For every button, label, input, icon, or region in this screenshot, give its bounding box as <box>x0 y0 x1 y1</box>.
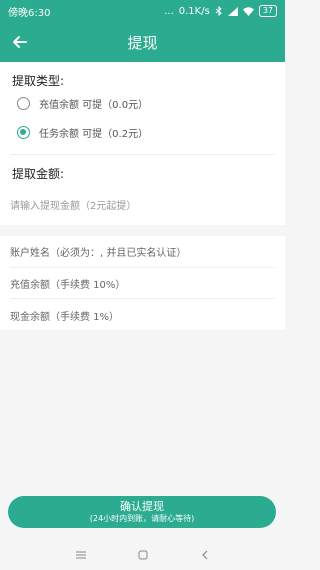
amount-label: 提取金额: <box>12 167 65 181</box>
radio-button-unchecked[interactable] <box>17 97 30 110</box>
battery-icon: 37 <box>258 5 277 17</box>
page-title: 提现 <box>127 33 158 52</box>
confirm-withdraw-note: (24小时内到账，请耐心等待) <box>89 514 195 523</box>
amount-section: 提取金额: <box>0 159 285 225</box>
divider <box>10 298 275 299</box>
status-time: 傍晚6:30 <box>8 7 51 19</box>
divider <box>10 154 275 155</box>
account-info-section: 账户姓名（必须为：, 并且已实名认证） 充值余额（手续费 10%） 现金余额（手… <box>0 236 285 330</box>
radio-option-recharge-label: 充值余额 可提（0.0元） <box>39 100 149 111</box>
confirm-withdraw-label: 确认提现 <box>120 500 164 513</box>
app-bar: 提现 <box>0 22 285 62</box>
menu-icon[interactable] <box>75 549 87 561</box>
withdraw-type-section: 提取类型: 充值余额 可提（0.0元） 任务余额 可提（0.2元） <box>0 62 285 159</box>
system-nav-bar <box>0 540 285 570</box>
back-icon[interactable] <box>199 549 211 561</box>
radio-option-task[interactable]: 任务余额 可提（0.2元） <box>17 125 148 140</box>
bluetooth-icon <box>215 6 222 16</box>
account-name-row[interactable]: 账户姓名（必须为：, 并且已实名认证） <box>10 244 186 259</box>
withdraw-type-label: 提取类型: <box>12 74 65 88</box>
status-right: ... 0.1K/s 37 <box>164 5 277 17</box>
radio-option-task-label: 任务余额 可提（0.2元） <box>39 129 149 140</box>
cash-balance-row[interactable]: 现金余额（手续费 1%） <box>10 308 119 323</box>
recharge-balance-row[interactable]: 充值余额（手续费 10%） <box>10 276 125 291</box>
home-icon[interactable] <box>137 549 149 561</box>
status-bar: 傍晚6:30 ... 0.1K/s 37 <box>0 0 285 22</box>
wifi-icon <box>242 6 254 16</box>
amount-input[interactable] <box>10 196 270 216</box>
radio-option-recharge[interactable]: 充值余额 可提（0.0元） <box>17 96 148 111</box>
status-signal: ... <box>164 5 174 17</box>
radio-button-checked[interactable] <box>17 126 30 139</box>
status-speed: 0.1K/s <box>178 5 210 17</box>
back-arrow-icon[interactable] <box>10 32 30 52</box>
signal-icon <box>227 6 238 16</box>
divider <box>10 267 275 268</box>
confirm-withdraw-button[interactable]: 确认提现 (24小时内到账，请耐心等待) <box>8 496 276 528</box>
